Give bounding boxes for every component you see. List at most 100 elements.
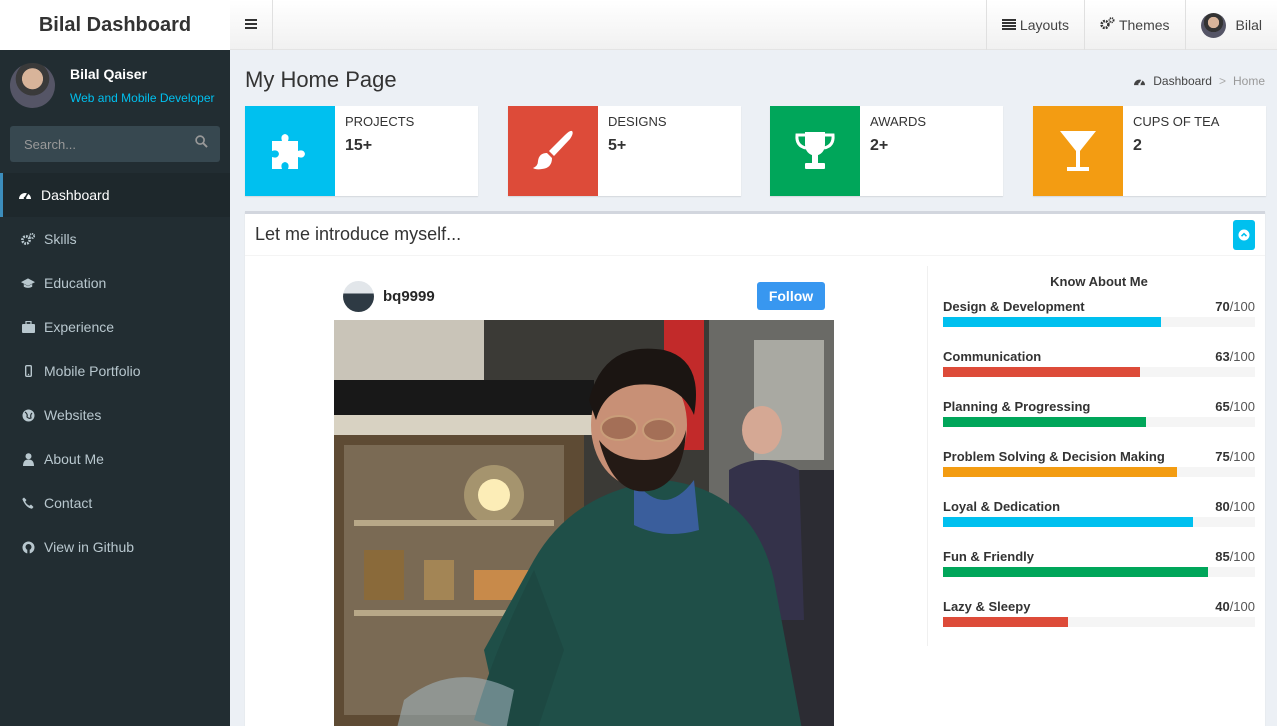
- sidebar-item-label: Contact: [44, 495, 93, 511]
- follow-button[interactable]: Follow: [757, 282, 825, 310]
- info-box-label: DESIGNS: [608, 114, 667, 129]
- skill-score: 85/100: [1215, 549, 1255, 564]
- skills-title: Know About Me: [1050, 273, 1148, 289]
- sidebar-item-label: About Me: [44, 451, 104, 467]
- profile-photo[interactable]: [334, 320, 834, 726]
- sidebar: Bilal Qaiser Web and Mobile Developer Se…: [0, 50, 230, 726]
- glass-icon: [1033, 106, 1123, 196]
- skill-value: 65: [1215, 399, 1230, 414]
- chevron-up-icon: [1238, 229, 1250, 240]
- skill-score: 63/100: [1215, 349, 1255, 364]
- collapse-button[interactable]: [1233, 219, 1255, 250]
- cogs-icon: [1100, 17, 1119, 33]
- sidebar-item-mobile-portfolio[interactable]: Mobile Portfolio: [0, 349, 230, 393]
- skill-name: Problem Solving & Decision Making: [943, 449, 1165, 464]
- skill-value: 40: [1215, 599, 1230, 614]
- progress-bar-fill: [943, 467, 1177, 477]
- skill-item: Fun & Friendly 85/100: [943, 546, 1255, 596]
- skill-score: 70/100: [1215, 299, 1255, 314]
- skill-item: Planning & Progressing 65/100: [943, 396, 1255, 446]
- skill-value: 80: [1215, 499, 1230, 514]
- skill-row: Fun & Friendly 85/100: [943, 549, 1255, 564]
- user-menu-button[interactable]: Bilal: [1184, 0, 1277, 50]
- profile-photo-image: [334, 320, 834, 726]
- sidebar-item-github[interactable]: View in Github: [0, 525, 230, 569]
- skill-name: Design & Development: [943, 299, 1085, 314]
- sidebar-item-label: Education: [44, 275, 107, 291]
- user-panel: Bilal Qaiser Web and Mobile Developer: [0, 50, 230, 120]
- skill-max: /100: [1229, 299, 1255, 314]
- skill-row: Loyal & Dedication 80/100: [943, 499, 1255, 514]
- skill-row: Planning & Progressing 65/100: [943, 399, 1255, 414]
- progress-bar: [943, 567, 1255, 577]
- layouts-menu-button[interactable]: Layouts: [985, 0, 1084, 50]
- skill-item: Communication 63/100: [943, 346, 1255, 396]
- themes-menu-button[interactable]: Themes: [1083, 0, 1185, 50]
- paint-brush-icon: [508, 106, 598, 196]
- search-icon[interactable]: [195, 135, 208, 153]
- cogs-icon: [21, 232, 35, 246]
- skill-value: 85: [1215, 549, 1230, 564]
- mobile-icon: [21, 364, 35, 378]
- instagram-username[interactable]: bq9999: [383, 288, 757, 305]
- sidebar-item-dashboard[interactable]: Dashboard: [0, 173, 230, 217]
- themes-label: Themes: [1118, 17, 1170, 33]
- user-short-name: Bilal: [1235, 17, 1262, 33]
- intro-box: Let me introduce myself... bq9999 Follow: [245, 211, 1265, 726]
- page-title: My Home Page: [245, 67, 397, 92]
- progress-bar: [943, 467, 1255, 477]
- breadcrumb: Dashboard > Home: [1133, 74, 1265, 88]
- skill-item: Problem Solving & Decision Making 75/100: [943, 446, 1255, 496]
- sidebar-item-about-me[interactable]: About Me: [0, 437, 230, 481]
- sidebar-item-experience[interactable]: Experience: [0, 305, 230, 349]
- skill-list: Design & Development 70/100 Communication 6…: [943, 296, 1255, 646]
- skill-score: 75/100: [1215, 449, 1255, 464]
- sidebar-item-websites[interactable]: Websites: [0, 393, 230, 437]
- sidebar-toggle-button[interactable]: [230, 0, 273, 50]
- skill-score: 40/100: [1215, 599, 1255, 614]
- dashboard-icon: [1133, 76, 1146, 87]
- search-placeholder: Search...: [24, 136, 77, 152]
- instagram-avatar[interactable]: [343, 280, 374, 312]
- app-title: Bilal Dashboard: [38, 13, 192, 36]
- progress-bar: [943, 517, 1255, 527]
- info-box-value: 2+: [870, 137, 889, 154]
- skill-name: Planning & Progressing: [943, 399, 1091, 414]
- progress-bar: [943, 367, 1255, 377]
- phone-icon: [21, 496, 35, 510]
- info-box-projects: PROJECTS 15+: [245, 106, 478, 196]
- info-box-designs: DESIGNS 5+: [508, 106, 741, 196]
- breadcrumb-dashboard-link[interactable]: Dashboard: [1153, 74, 1212, 88]
- sidebar-item-contact[interactable]: Contact: [0, 481, 230, 525]
- progress-bar-fill: [943, 417, 1146, 427]
- skill-score: 80/100: [1215, 499, 1255, 514]
- skill-row: Communication 63/100: [943, 349, 1255, 364]
- intro-box-title: Let me introduce myself...: [255, 224, 462, 244]
- info-box-cups-of-tea: CUPS OF TEA 2: [1033, 106, 1266, 196]
- breadcrumb-current: Home: [1232, 74, 1265, 88]
- search-input[interactable]: Search...: [10, 126, 220, 162]
- user-avatar: [10, 62, 55, 108]
- sidebar-item-label: Experience: [44, 319, 115, 335]
- top-navbar: Layouts Themes Bilal: [230, 0, 1277, 50]
- skill-max: /100: [1229, 449, 1255, 464]
- progress-bar: [943, 617, 1255, 627]
- skill-max: /100: [1229, 599, 1255, 614]
- layouts-label: Layouts: [1019, 17, 1069, 33]
- info-box-awards: AWARDS 2+: [770, 106, 1003, 196]
- trophy-icon: [770, 106, 860, 196]
- sidebar-item-education[interactable]: Education: [0, 261, 230, 305]
- skill-max: /100: [1229, 499, 1255, 514]
- sidebar-menu: Dashboard Skills Education Experience Mo…: [0, 173, 230, 569]
- skill-item: Design & Development 70/100: [943, 296, 1255, 346]
- user-icon: [21, 452, 35, 466]
- skill-value: 63: [1215, 349, 1230, 364]
- sidebar-item-skills[interactable]: Skills: [0, 217, 230, 261]
- info-box-value: 5+: [608, 137, 627, 154]
- user-name: Bilal Qaiser: [70, 65, 148, 82]
- progress-bar-fill: [943, 517, 1193, 527]
- progress-bar-fill: [943, 367, 1140, 377]
- sidebar-item-label: Skills: [44, 231, 77, 247]
- app-logo[interactable]: Bilal Dashboard: [0, 0, 230, 50]
- list-icon: [1001, 17, 1020, 33]
